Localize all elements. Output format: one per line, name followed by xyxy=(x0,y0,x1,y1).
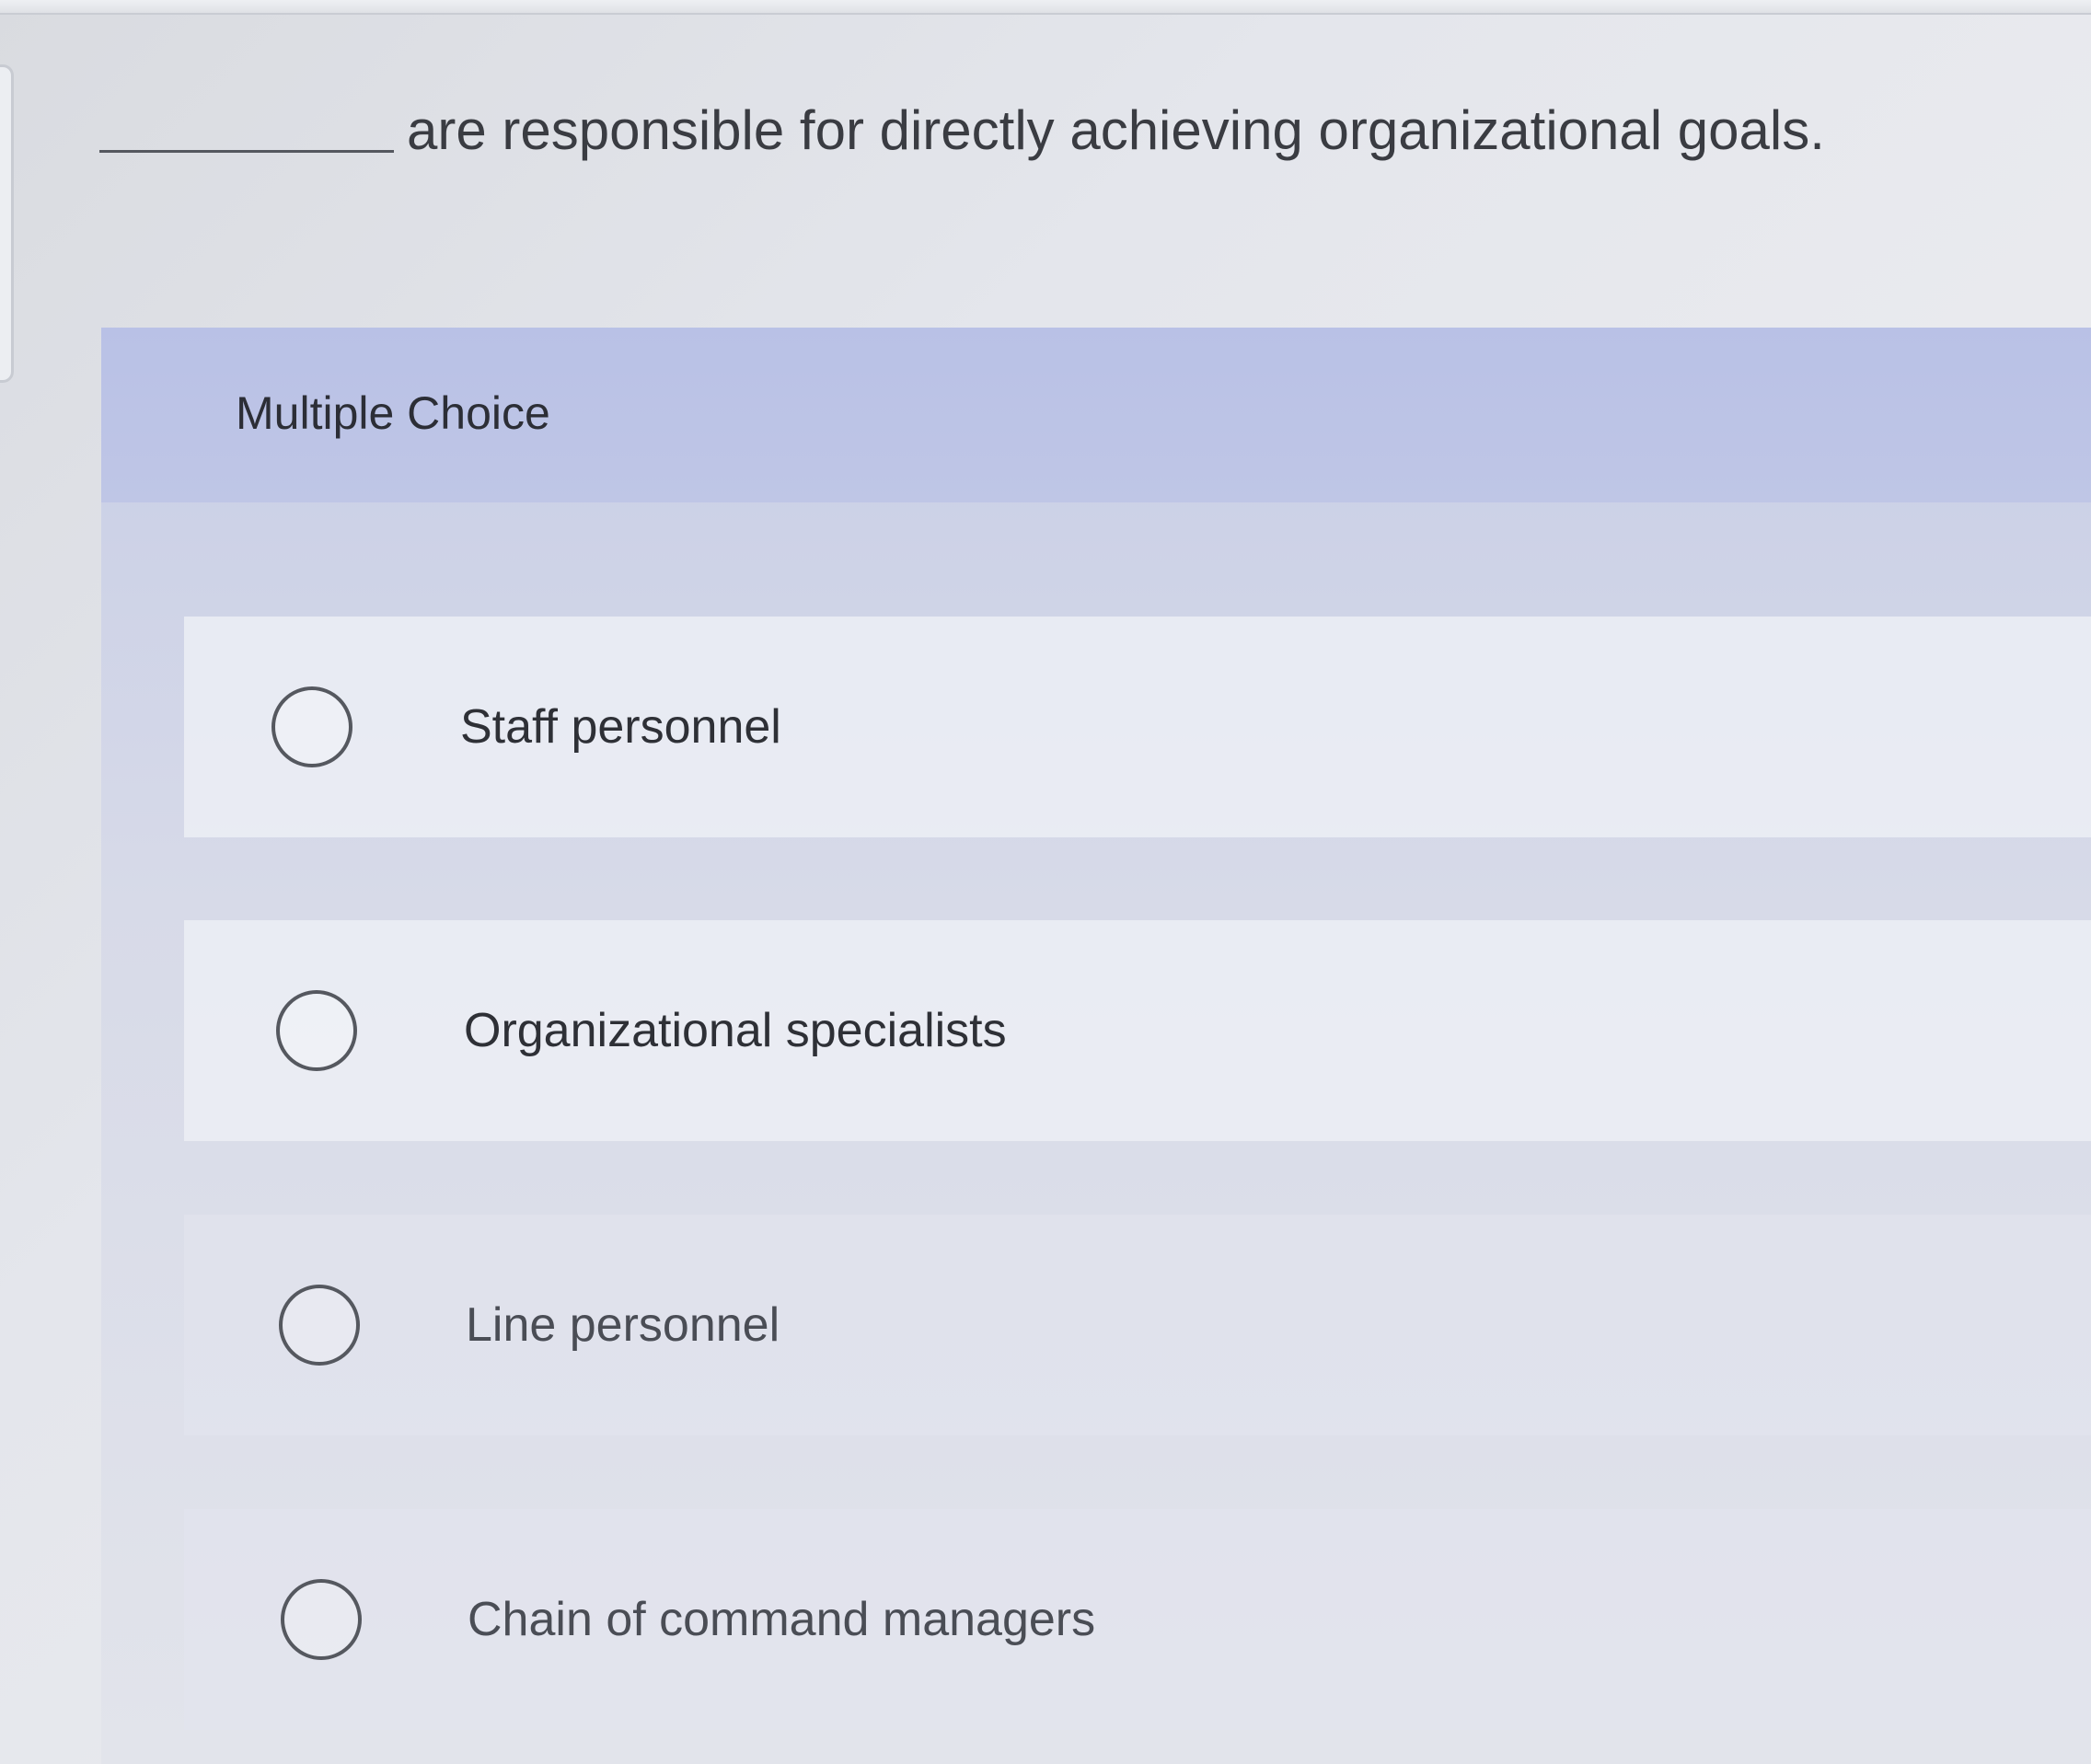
window-top-edge xyxy=(0,0,2091,15)
previous-card-edge xyxy=(0,64,14,383)
radio-button-icon[interactable] xyxy=(271,686,352,767)
answer-option-3[interactable]: Line personnel xyxy=(184,1215,2091,1435)
answer-option-1[interactable]: Staff personnel xyxy=(184,617,2091,837)
multiple-choice-title: Multiple Choice xyxy=(236,387,550,439)
answer-option-4[interactable]: Chain of command managers xyxy=(184,1509,2091,1730)
answer-option-label: Organizational specialists xyxy=(464,1004,1007,1057)
radio-button-icon[interactable] xyxy=(279,1285,360,1366)
answer-option-2[interactable]: Organizational specialists xyxy=(184,920,2091,1141)
question-text: are responsible for directly achieving o… xyxy=(407,99,1825,161)
answer-option-label: Chain of command managers xyxy=(468,1593,1096,1646)
radio-button-icon[interactable] xyxy=(276,990,357,1071)
fill-in-blank xyxy=(99,150,394,153)
radio-button-icon[interactable] xyxy=(281,1579,362,1660)
answer-option-label: Staff personnel xyxy=(460,700,781,754)
answer-option-label: Line personnel xyxy=(466,1298,780,1352)
question-prompt: are responsible for directly achieving o… xyxy=(99,88,1825,162)
